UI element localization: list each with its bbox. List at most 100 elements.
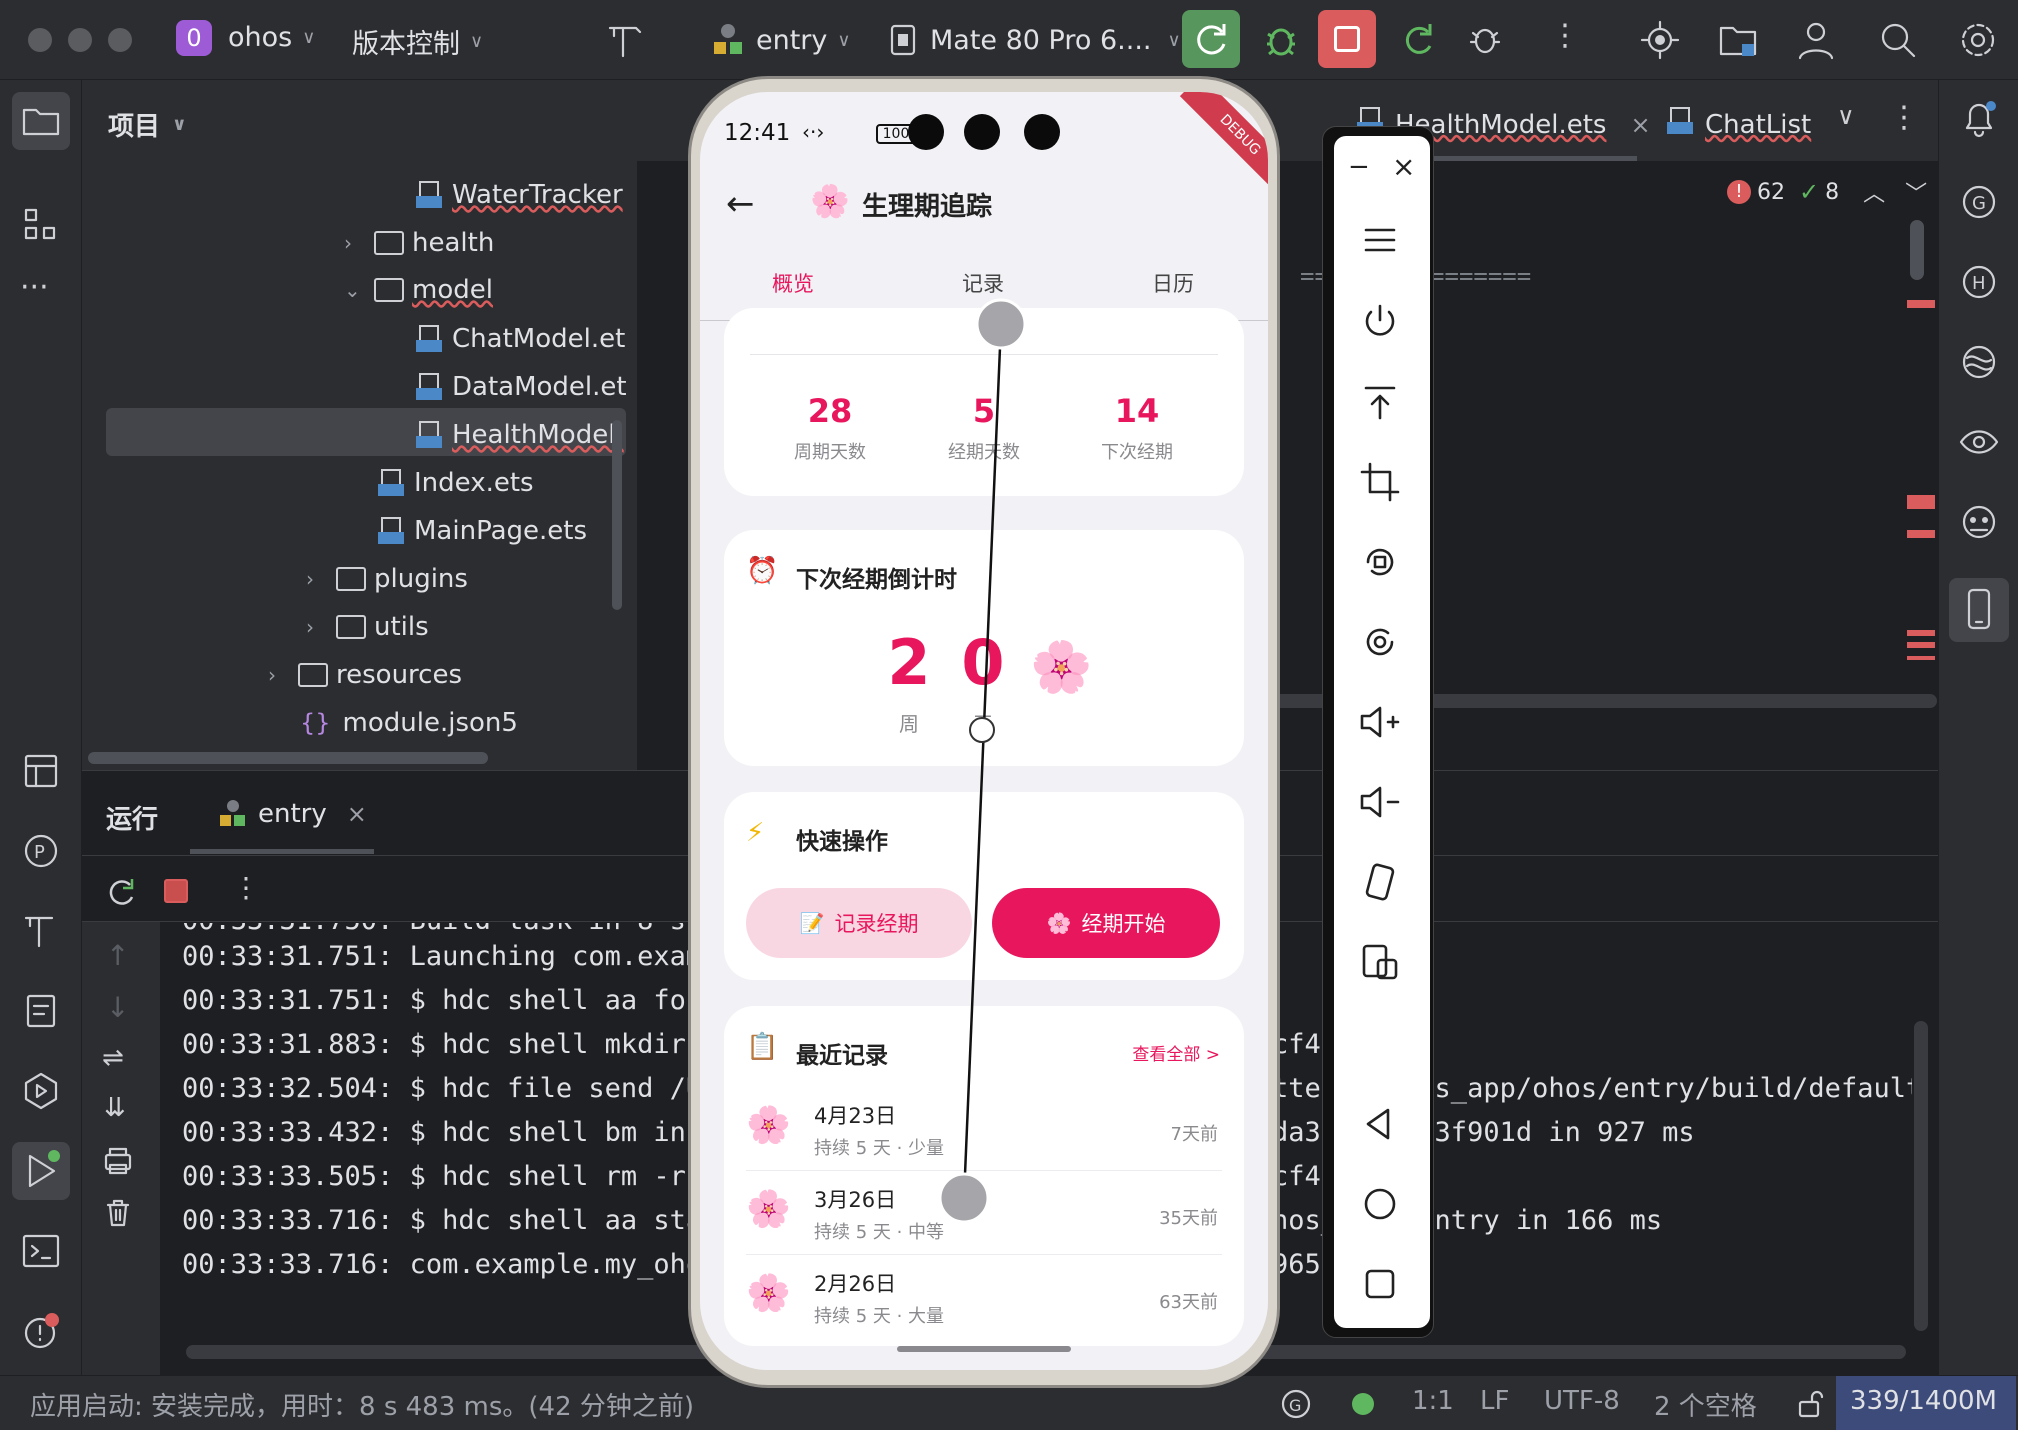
vcs-label: 版本控制 <box>352 29 460 60</box>
attach-debugger-icon[interactable] <box>1462 16 1508 62</box>
close-tab-icon[interactable]: × <box>347 800 367 828</box>
tab-list-chevron-icon[interactable]: ∨ <box>1837 102 1855 130</box>
tree-item-plugins[interactable]: › plugins <box>306 559 468 599</box>
terminal-icon[interactable] <box>16 1226 66 1276</box>
close-tab-icon[interactable]: × <box>1630 111 1650 139</box>
editor-scrollbar[interactable] <box>1910 220 1924 280</box>
run-tab-entry[interactable]: entry × <box>216 797 367 831</box>
shake-icon[interactable] <box>1354 856 1406 908</box>
volume-down-icon[interactable] <box>1354 776 1406 828</box>
inspection-widget[interactable]: ! 62 ✓ 8 ︿ ﹀ <box>1727 176 1927 208</box>
error-marker[interactable] <box>1907 300 1935 308</box>
error-marker[interactable] <box>1907 630 1935 636</box>
crop-icon[interactable] <box>1354 456 1406 508</box>
todo-icon[interactable] <box>16 986 66 1036</box>
tab-chatlist[interactable]: ChatList <box>1667 106 1811 143</box>
preview-eye-icon[interactable] <box>1955 418 2003 466</box>
tree-item-label: utils <box>374 612 429 642</box>
project-tool-button[interactable] <box>12 92 70 150</box>
log-vertical-scrollbar[interactable] <box>1914 1021 1928 1331</box>
project-panel-header[interactable]: 项目 ∨ <box>108 106 187 143</box>
search-icon[interactable] <box>1876 18 1920 62</box>
line-separator[interactable]: LF <box>1480 1386 1509 1416</box>
more-vertical-icon[interactable]: ⋮ <box>232 871 260 904</box>
status-message[interactable]: 应用启动: 安装完成，用时：8 s 483 ms。(42 分钟之前) <box>30 1386 694 1423</box>
tree-item-healthmodel[interactable]: HealthModel. <box>416 415 624 455</box>
tree-item-label: HealthModel. <box>452 420 624 450</box>
g-status-icon[interactable]: G <box>1278 1386 1314 1422</box>
run-tool-button[interactable] <box>12 1142 70 1200</box>
error-marker[interactable] <box>1907 530 1935 538</box>
next-highlight-icon[interactable]: ﹀ <box>1905 176 1927 208</box>
tree-item-model[interactable]: ⌄ model <box>344 270 493 310</box>
layout-icon[interactable] <box>16 746 66 796</box>
device-manager-icon[interactable] <box>1955 498 2003 546</box>
recents-icon[interactable] <box>1354 1258 1406 1310</box>
services-icon[interactable] <box>16 1066 66 1116</box>
notifications-bell-icon[interactable] <box>1955 94 2003 142</box>
build-icon[interactable] <box>16 906 66 956</box>
project-switcher[interactable]: ohos ∨ <box>228 22 315 53</box>
rerun-icon[interactable] <box>102 871 142 911</box>
error-marker[interactable] <box>1907 656 1935 660</box>
vcs-menu[interactable]: 版本控制 ∨ <box>352 22 483 61</box>
multi-device-icon[interactable] <box>1354 936 1406 988</box>
back-icon[interactable] <box>1354 1098 1406 1150</box>
volume-up-icon[interactable] <box>1354 696 1406 748</box>
problems-icon[interactable] <box>16 1306 66 1356</box>
file-encoding[interactable]: UTF-8 <box>1544 1386 1620 1416</box>
tree-horizontal-scrollbar[interactable] <box>88 752 488 764</box>
tree-item-module-json[interactable]: {} module.json5 <box>300 703 518 743</box>
tab-more-icon[interactable]: ⋮ <box>1889 100 1919 135</box>
tree-item-datamodel[interactable]: DataModel.et <box>416 367 627 407</box>
tree-item-watertracker[interactable]: WaterTracker <box>416 175 623 215</box>
more-tools-icon[interactable]: ··· <box>20 270 49 305</box>
error-marker[interactable] <box>1907 495 1935 509</box>
structure-icon[interactable] <box>16 200 66 250</box>
status-indicator-icon[interactable] <box>1352 1393 1374 1415</box>
stop-button[interactable] <box>1318 10 1376 68</box>
rerun-button[interactable] <box>1182 10 1240 68</box>
apply-changes-icon[interactable] <box>1394 16 1440 62</box>
minimize-icon[interactable]: − <box>1348 152 1370 182</box>
unlock-icon[interactable] <box>1794 1388 1826 1420</box>
account-icon[interactable] <box>1794 18 1838 62</box>
tree-item-health[interactable]: › health <box>344 223 494 263</box>
home-icon[interactable] <box>1354 1178 1406 1230</box>
debug-bug-icon[interactable] <box>1258 16 1304 62</box>
previous-highlight-icon[interactable]: ︿ <box>1863 176 1885 208</box>
settings-gear-icon[interactable] <box>1956 18 2000 62</box>
power-icon[interactable] <box>1354 296 1406 348</box>
memory-indicator[interactable]: 339/1400M <box>1850 1386 1997 1416</box>
tree-item-index[interactable]: Index.ets <box>378 463 534 503</box>
device-selector[interactable]: Mate 80 Pro 6.... ∨ <box>886 20 1181 60</box>
project-structure-icon[interactable] <box>1716 18 1760 62</box>
stop-icon[interactable] <box>164 879 188 903</box>
tree-item-chatmodel[interactable]: ChatModel.et <box>416 319 625 359</box>
target-icon[interactable] <box>1638 18 1682 62</box>
window-minimize-button[interactable] <box>68 28 92 52</box>
run-config-selector[interactable]: entry ∨ <box>708 20 851 60</box>
emulator-tool-button[interactable] <box>1949 578 2009 642</box>
tree-item-mainpage[interactable]: MainPage.ets <box>378 511 587 551</box>
close-icon[interactable]: × <box>1392 150 1415 183</box>
log-line: 00:33:32.504: $ hdc file send /Us <box>182 1073 719 1104</box>
error-marker[interactable] <box>1907 642 1935 648</box>
menu-icon[interactable] <box>1354 214 1406 266</box>
tree-item-resources[interactable]: › resources <box>268 655 462 695</box>
caret-position[interactable]: 1:1 <box>1412 1386 1454 1416</box>
build-hammer-icon[interactable] <box>604 20 648 64</box>
h-plugin-icon[interactable]: H <box>1955 258 2003 306</box>
rotate-right-icon[interactable] <box>1354 616 1406 668</box>
window-zoom-button[interactable] <box>108 28 132 52</box>
tree-item-utils[interactable]: › utils <box>306 607 429 647</box>
window-close-button[interactable] <box>28 28 52 52</box>
rotate-left-icon[interactable] <box>1354 536 1406 588</box>
indent-setting[interactable]: 2 个空格 <box>1654 1386 1757 1423</box>
more-vertical-icon[interactable]: ⋮ <box>1550 18 1580 53</box>
profiler-icon[interactable]: P <box>16 826 66 876</box>
g-plugin-icon[interactable]: G <box>1955 178 2003 226</box>
ai-assistant-icon[interactable] <box>1955 338 2003 386</box>
tree-vertical-scrollbar[interactable] <box>612 420 622 610</box>
top-icon[interactable] <box>1354 376 1406 428</box>
